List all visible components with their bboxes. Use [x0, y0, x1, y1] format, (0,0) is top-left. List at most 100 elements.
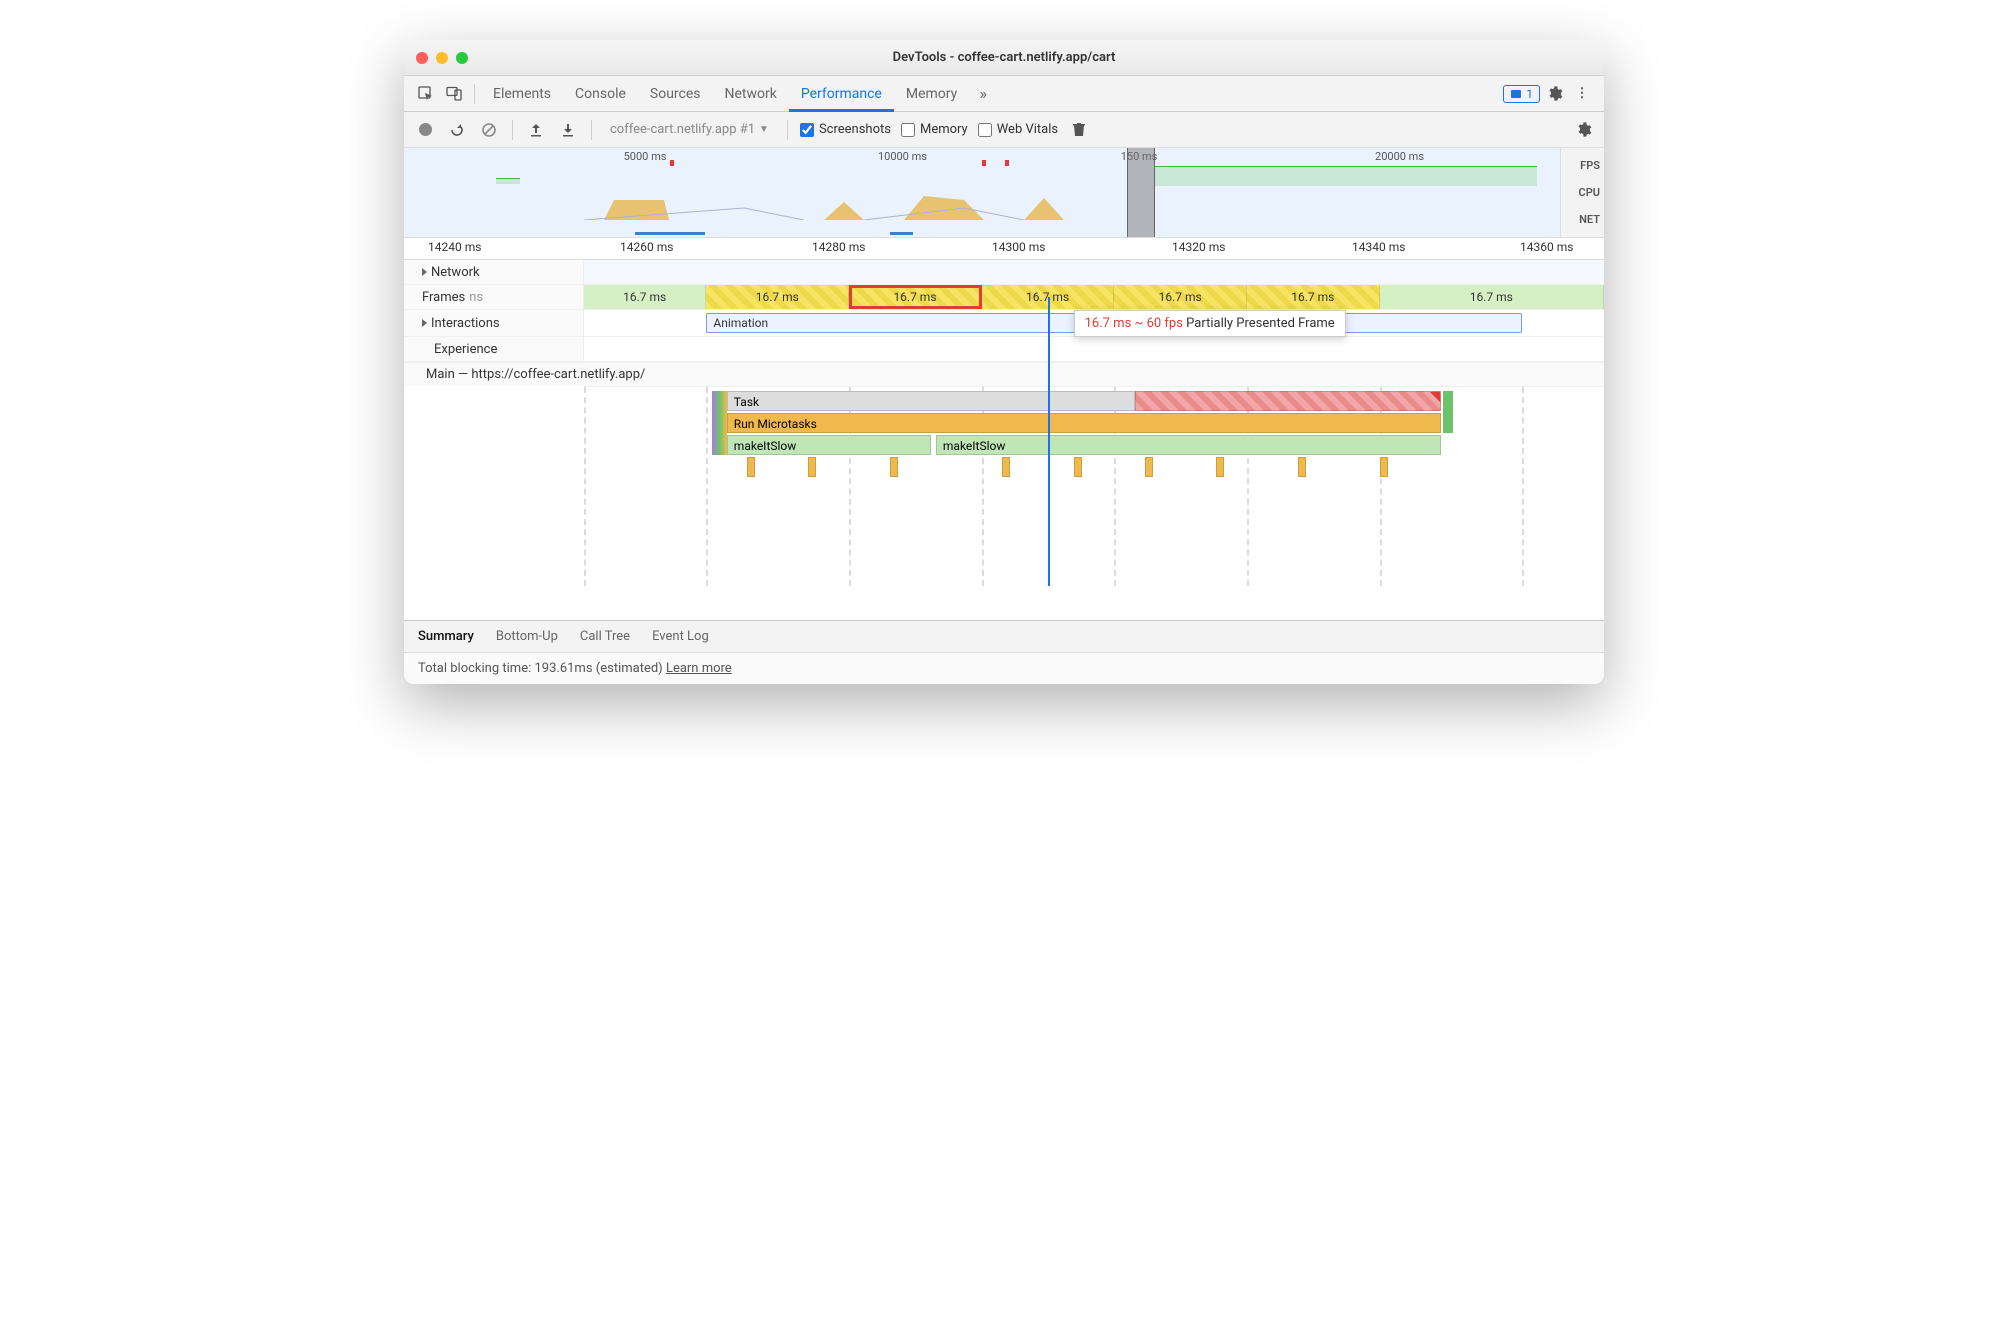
flame-tick [1216, 457, 1224, 477]
tab-console[interactable]: Console [563, 76, 638, 112]
devtools-window: DevTools - coffee-cart.netlify.app/cart … [404, 40, 1604, 684]
chevron-right-icon[interactable] [422, 268, 427, 276]
flame-sliver[interactable] [1443, 391, 1453, 433]
webvitals-checkbox[interactable] [978, 123, 992, 137]
tab-summary[interactable]: Summary [418, 629, 474, 644]
recording-name: coffee-cart.netlify.app #1 [610, 122, 755, 137]
ruler-tick: 14280 ms [812, 240, 865, 254]
record-button[interactable] [414, 119, 436, 141]
fps-marker [496, 178, 519, 184]
tab-eventlog[interactable]: Event Log [652, 629, 709, 644]
screenshots-checkbox[interactable] [800, 123, 814, 137]
flame-tick [890, 457, 898, 477]
time-ruler[interactable]: 14240 ms 14260 ms 14280 ms 14300 ms 1432… [404, 238, 1604, 260]
tab-performance[interactable]: Performance [789, 76, 894, 112]
overview-tick: 10000 ms [878, 150, 927, 163]
detail-tabs: Summary Bottom-Up Call Tree Event Log [404, 620, 1604, 652]
frame[interactable]: 16.7 ms [584, 285, 706, 309]
track-frames[interactable]: Framesns 16.7 ms 16.7 ms 16.7 ms 16.7 ms… [404, 285, 1604, 310]
tracks-area[interactable]: Network Framesns 16.7 ms 16.7 ms 16.7 ms… [404, 260, 1604, 620]
flame-tick [808, 457, 816, 477]
label-net: NET [1565, 213, 1600, 226]
frame[interactable]: 16.7 ms [1380, 285, 1604, 309]
track-network[interactable]: Network [404, 260, 1604, 285]
titlebar: DevTools - coffee-cart.netlify.app/cart [404, 40, 1604, 76]
long-task-marker [982, 160, 986, 166]
label-cpu: CPU [1565, 186, 1600, 199]
flame-tick [1298, 457, 1306, 477]
clear-icon[interactable] [478, 119, 500, 141]
reload-record-icon[interactable] [446, 119, 468, 141]
tab-elements[interactable]: Elements [481, 76, 563, 112]
settings-icon[interactable] [1540, 80, 1568, 108]
flame-task-long[interactable] [1135, 391, 1441, 411]
overview-timeline[interactable]: 5000 ms 10000 ms 150 ms 20000 ms FPS CPU… [404, 148, 1604, 238]
perf-toolbar: coffee-cart.netlify.app #1 ▼ Screenshots… [404, 112, 1604, 148]
ruler-tick: 14240 ms [428, 240, 481, 254]
playhead[interactable] [1048, 297, 1050, 586]
tooltip-label: Partially Presented Frame [1186, 316, 1335, 331]
checkbox-memory[interactable]: Memory [901, 122, 968, 137]
ruler-tick: 14260 ms [620, 240, 673, 254]
frame[interactable]: 16.7 ms [706, 285, 849, 309]
track-interactions[interactable]: Interactions Animation 16.7 ms ~ 60 fps … [404, 310, 1604, 337]
tab-sources[interactable]: Sources [638, 76, 713, 112]
blocking-time-text: Total blocking time: 193.61ms (estimated… [418, 661, 663, 676]
minimize-icon[interactable] [436, 52, 448, 64]
ruler-tick: 14360 ms [1520, 240, 1573, 254]
capture-settings-icon[interactable] [1572, 119, 1594, 141]
label-fps: FPS [1565, 159, 1600, 172]
issues-badge[interactable]: 1 [1503, 85, 1540, 103]
maximize-icon[interactable] [456, 52, 468, 64]
flame-tick [1002, 457, 1010, 477]
tab-bottomup[interactable]: Bottom-Up [496, 629, 558, 644]
flame-task[interactable]: Task [727, 391, 1135, 411]
long-task-marker [1005, 160, 1009, 166]
chevron-right-icon[interactable] [422, 319, 427, 327]
checkbox-webvitals[interactable]: Web Vitals [978, 122, 1058, 137]
window-controls [416, 52, 468, 64]
tab-network[interactable]: Network [713, 76, 789, 112]
frame-selected[interactable]: 16.7 ms [849, 285, 982, 309]
device-toggle-icon[interactable] [440, 80, 468, 108]
inspect-icon[interactable] [412, 80, 440, 108]
flame-tick [1380, 457, 1388, 477]
memory-checkbox[interactable] [901, 123, 915, 137]
kebab-menu-icon[interactable]: ⋮ [1568, 80, 1596, 108]
flame-tick [1145, 457, 1153, 477]
frame[interactable]: 16.7 ms [1247, 285, 1380, 309]
frame-tooltip: 16.7 ms ~ 60 fps Partially Presented Fra… [1074, 310, 1346, 337]
flame-microtasks[interactable]: Run Microtasks [727, 413, 1441, 433]
upload-icon[interactable] [525, 119, 547, 141]
flame-sliver[interactable] [712, 391, 727, 455]
overview-selection[interactable] [1127, 148, 1156, 237]
flame-tick [1074, 457, 1082, 477]
trash-icon[interactable] [1068, 119, 1090, 141]
net-marker [890, 232, 913, 235]
learn-more-link[interactable]: Learn more [666, 661, 732, 676]
overview-tick: 5000 ms [624, 150, 667, 163]
download-icon[interactable] [557, 119, 579, 141]
flame-chart[interactable]: Task Run Microtasks makeItSlow makeItSlo… [584, 386, 1604, 586]
tab-memory[interactable]: Memory [894, 76, 969, 112]
net-marker [635, 232, 704, 235]
flame-fn[interactable]: makeItSlow [727, 435, 931, 455]
close-icon[interactable] [416, 52, 428, 64]
cpu-chart [404, 190, 1404, 220]
chevron-down-icon: ▼ [759, 124, 769, 135]
tab-calltree[interactable]: Call Tree [580, 629, 630, 644]
overview-labels: FPS CPU NET [1560, 148, 1604, 237]
ruler-tick: 14300 ms [992, 240, 1045, 254]
flame-fn[interactable]: makeItSlow [936, 435, 1441, 455]
fps-region [1155, 166, 1537, 186]
track-experience[interactable]: Experience [404, 337, 1604, 362]
panel-tabs: Elements Console Sources Network Perform… [404, 76, 1604, 112]
track-main-label[interactable]: Main — https://coffee-cart.netlify.app/ [404, 362, 1604, 386]
checkbox-screenshots[interactable]: Screenshots [800, 122, 891, 137]
overview-lanes[interactable]: 5000 ms 10000 ms 150 ms 20000 ms [404, 148, 1560, 237]
summary-footer: Total blocking time: 193.61ms (estimated… [404, 652, 1604, 684]
recording-selector[interactable]: coffee-cart.netlify.app #1 ▼ [604, 120, 775, 139]
more-tabs-icon[interactable]: » [969, 80, 997, 108]
frame[interactable]: 16.7 ms [1114, 285, 1247, 309]
long-task-marker [670, 160, 674, 166]
